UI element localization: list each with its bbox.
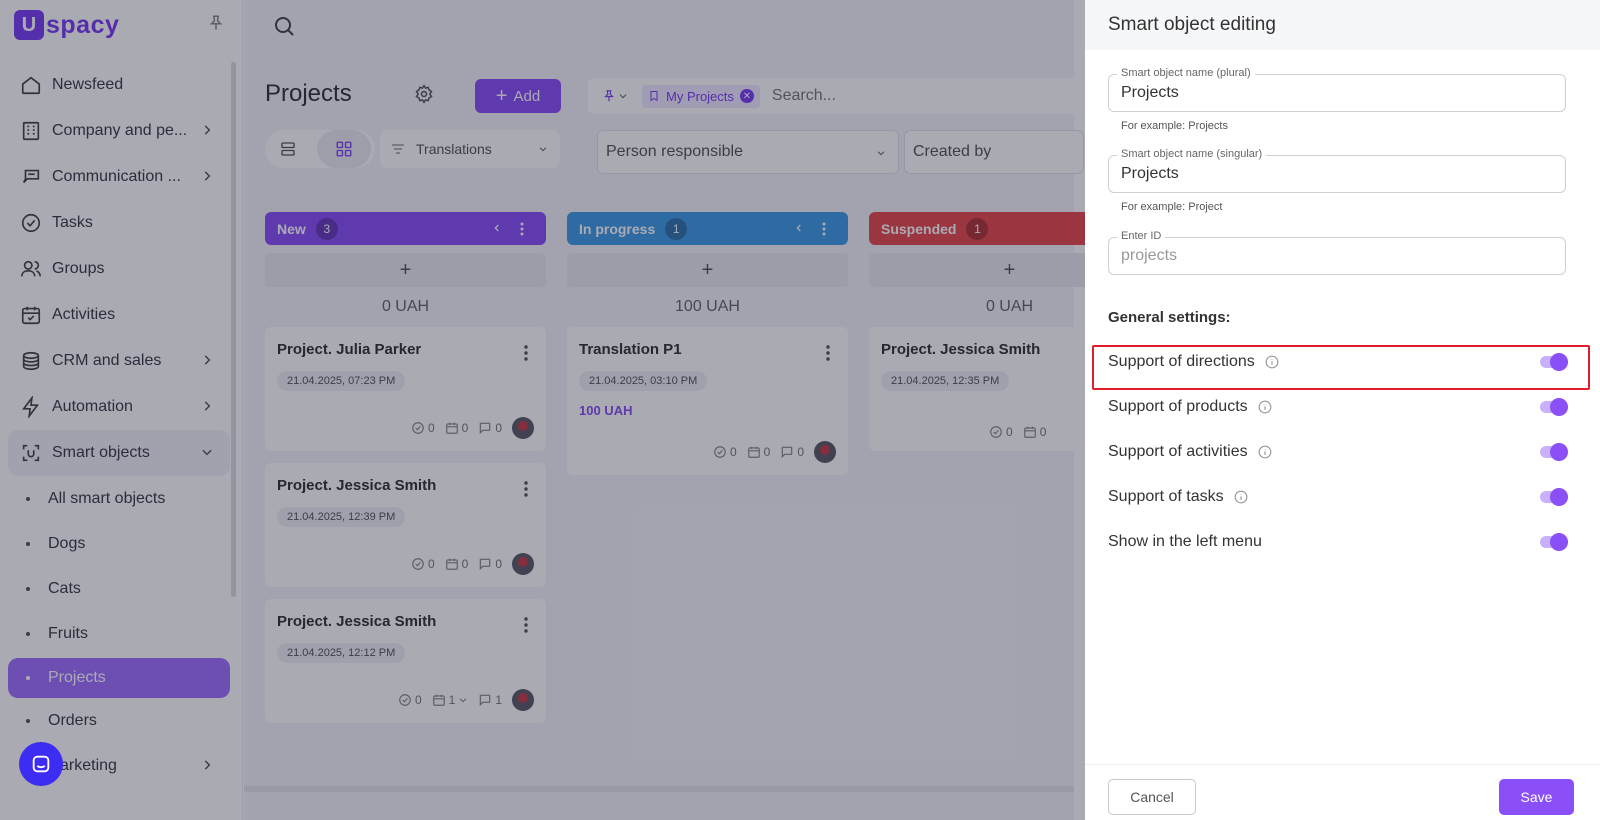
drawer-footer: Cancel Save <box>1085 764 1600 820</box>
setting-label: Support of tasks <box>1108 488 1224 505</box>
plural-name-field[interactable]: Smart object name (plural) Projects <box>1108 67 1566 112</box>
field-value[interactable]: Projects <box>1121 165 1179 183</box>
info-icon[interactable] <box>1234 490 1248 504</box>
setting-label: Support of activities <box>1108 443 1248 460</box>
field-value[interactable]: Projects <box>1121 84 1179 102</box>
toggle-knob <box>1550 533 1568 551</box>
toggle-switch[interactable] <box>1540 533 1568 551</box>
field-placeholder[interactable]: projects <box>1121 247 1177 265</box>
info-icon[interactable] <box>1258 445 1272 459</box>
field-label: Enter ID <box>1117 230 1166 242</box>
toggle-knob <box>1550 443 1568 461</box>
toggle-switch[interactable] <box>1540 488 1568 506</box>
info-icon[interactable] <box>1258 400 1272 414</box>
toggle-switch[interactable] <box>1540 398 1568 416</box>
setting-show-left-menu: Show in the left menu <box>1108 529 1568 555</box>
setting-support-activities: Support of activities <box>1108 439 1568 465</box>
modal-backdrop[interactable] <box>0 0 1085 820</box>
field-label: Smart object name (singular) <box>1117 148 1267 160</box>
chat-widget-button[interactable] <box>19 742 63 786</box>
highlight-annotation-box <box>1092 345 1590 390</box>
drawer-title: Smart object editing <box>1085 0 1600 50</box>
setting-label: Show in the left menu <box>1108 533 1262 550</box>
toggle-knob <box>1550 398 1568 416</box>
save-button[interactable]: Save <box>1499 779 1574 815</box>
field-helper-text: For example: Project <box>1121 201 1223 213</box>
singular-name-field[interactable]: Smart object name (singular) Projects <box>1108 148 1566 193</box>
setting-support-products: Support of products <box>1108 394 1568 420</box>
smart-object-edit-drawer: Smart object editing Smart object name (… <box>1085 0 1600 820</box>
setting-label: Support of products <box>1108 398 1248 415</box>
chat-bubble-icon <box>32 755 50 773</box>
id-field[interactable]: Enter ID projects <box>1108 230 1566 275</box>
cancel-button[interactable]: Cancel <box>1108 779 1196 815</box>
setting-support-tasks: Support of tasks <box>1108 484 1568 510</box>
field-label: Smart object name (plural) <box>1117 67 1255 79</box>
general-settings-title: General settings: <box>1108 309 1231 326</box>
toggle-switch[interactable] <box>1540 443 1568 461</box>
field-helper-text: For example: Projects <box>1121 120 1228 132</box>
toggle-knob <box>1550 488 1568 506</box>
